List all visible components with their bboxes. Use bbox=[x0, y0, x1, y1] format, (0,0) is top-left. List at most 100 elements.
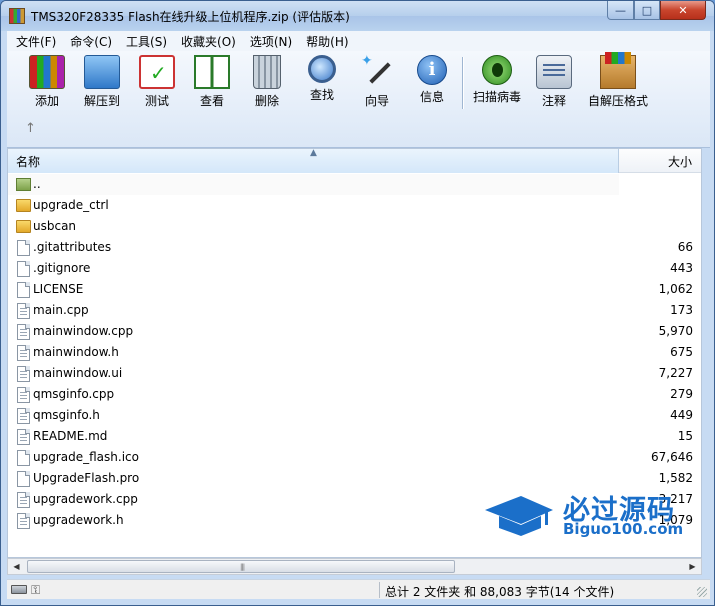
magic-wand-icon bbox=[359, 53, 395, 89]
file-size: 173 bbox=[670, 303, 693, 317]
list-item[interactable]: qmsginfo.cpp 279 bbox=[8, 384, 701, 405]
add-button[interactable]: 添加 bbox=[19, 55, 75, 111]
list-item[interactable]: .gitignore 443 bbox=[8, 258, 701, 279]
file-icon bbox=[17, 240, 30, 256]
file-size: 279 bbox=[670, 387, 693, 401]
winrar-app-icon bbox=[9, 8, 25, 24]
scrollbar-thumb[interactable]: ||| bbox=[27, 560, 455, 573]
view-button[interactable]: 查看 bbox=[184, 55, 240, 111]
test-clipboard-icon bbox=[139, 55, 175, 89]
title-bar[interactable]: TMS320F28335 Flash在线升级上位机程序.zip (评估版本) —… bbox=[1, 1, 714, 31]
file-size: 675 bbox=[670, 345, 693, 359]
file-name: qmsginfo.h bbox=[33, 408, 100, 422]
file-name: .gitignore bbox=[33, 261, 91, 275]
list-item[interactable]: main.cpp 173 bbox=[8, 300, 701, 321]
folder-icon bbox=[16, 220, 31, 233]
drive-icon[interactable] bbox=[11, 585, 27, 594]
extract-to-button[interactable]: 解压到 bbox=[74, 55, 130, 111]
key-icon[interactable]: ⚿ bbox=[31, 583, 40, 598]
list-item[interactable]: upgrade_flash.ico 67,646 bbox=[8, 447, 701, 468]
list-item[interactable]: .gitattributes 66 bbox=[8, 237, 701, 258]
file-icon bbox=[17, 282, 30, 298]
menu-file[interactable]: 文件(F) bbox=[9, 33, 63, 50]
file-icon bbox=[17, 513, 30, 529]
file-size: 15 bbox=[677, 429, 693, 443]
status-icons: ⚿ bbox=[11, 583, 51, 597]
view-label: 查看 bbox=[199, 94, 224, 108]
file-name: README.md bbox=[33, 429, 108, 443]
menu-tools[interactable]: 工具(S) bbox=[119, 33, 174, 50]
list-item[interactable]: usbcan bbox=[8, 216, 701, 237]
resize-grip[interactable] bbox=[697, 587, 707, 597]
test-button[interactable]: 测试 bbox=[129, 55, 185, 111]
list-item[interactable]: README.md 15 bbox=[8, 426, 701, 447]
file-icon bbox=[17, 324, 30, 340]
find-label: 查找 bbox=[309, 88, 334, 102]
info-icon: i bbox=[417, 55, 447, 85]
delete-label: 删除 bbox=[254, 94, 279, 108]
list-item[interactable]: mainwindow.ui 7,227 bbox=[8, 363, 701, 384]
test-label: 测试 bbox=[144, 94, 169, 108]
file-size: 66 bbox=[677, 240, 693, 254]
trash-icon bbox=[253, 55, 281, 89]
file-size: 1,062 bbox=[658, 282, 693, 296]
horizontal-scrollbar[interactable]: ◀ ||| ▶ bbox=[7, 558, 702, 575]
comment-button[interactable]: 注释 bbox=[526, 55, 582, 111]
file-size: 5,970 bbox=[658, 324, 693, 338]
scroll-right-arrow-icon[interactable]: ▶ bbox=[684, 559, 701, 574]
sfx-box-icon bbox=[600, 52, 636, 89]
extract-folder-icon bbox=[84, 55, 120, 89]
file-name: .. bbox=[33, 177, 41, 191]
list-item[interactable]: upgrade_ctrl bbox=[8, 195, 701, 216]
file-size: 7,227 bbox=[658, 366, 693, 380]
file-name: upgrade_ctrl bbox=[33, 198, 109, 212]
scan-virus-button[interactable]: 扫描病毒 bbox=[469, 55, 525, 111]
winrar-window: TMS320F28335 Flash在线升级上位机程序.zip (评估版本) —… bbox=[0, 0, 715, 606]
file-name: UpgradeFlash.pro bbox=[33, 471, 140, 485]
file-size: 443 bbox=[670, 261, 693, 275]
list-item[interactable]: UpgradeFlash.pro 1,582 bbox=[8, 468, 701, 489]
watermark-en-text: Biguo100.com bbox=[563, 520, 684, 538]
sfx-button[interactable]: 自解压格式 bbox=[588, 52, 648, 111]
up-folder-arrow-icon[interactable]: ↑ bbox=[25, 121, 36, 136]
menu-bar: 文件(F) 命令(C) 工具(S) 收藏夹(O) 选项(N) 帮助(H) bbox=[7, 31, 710, 51]
file-name: mainwindow.ui bbox=[33, 366, 123, 380]
file-icon bbox=[17, 261, 30, 277]
watermark-logo: 必过源码 Biguo100.com bbox=[483, 488, 693, 548]
minimize-button[interactable]: — bbox=[607, 1, 634, 20]
maximize-button[interactable]: □ bbox=[634, 1, 660, 20]
scroll-left-arrow-icon[interactable]: ◀ bbox=[8, 559, 25, 574]
window-title: TMS320F28335 Flash在线升级上位机程序.zip (评估版本) bbox=[31, 10, 350, 24]
file-name: upgrade_flash.ico bbox=[33, 450, 139, 464]
info-button[interactable]: i 信息 bbox=[404, 55, 460, 111]
status-summary: 总计 2 文件夹 和 88,083 字节(14 个文件) bbox=[385, 585, 615, 599]
list-item[interactable]: qmsginfo.h 449 bbox=[8, 405, 701, 426]
info-label: 信息 bbox=[419, 90, 444, 104]
toolbar-separator bbox=[462, 57, 464, 109]
file-rows: .. upgrade_ctrl usbcan .gitattributes 66 .git… bbox=[8, 174, 701, 531]
menu-favorites[interactable]: 收藏夹(O) bbox=[174, 33, 243, 50]
list-item[interactable]: mainwindow.cpp 5,970 bbox=[8, 321, 701, 342]
file-size: 1,582 bbox=[658, 471, 693, 485]
column-header-size[interactable]: 大小 bbox=[620, 149, 701, 173]
file-icon bbox=[17, 429, 30, 445]
file-size: 449 bbox=[670, 408, 693, 422]
list-item[interactable]: mainwindow.h 675 bbox=[8, 342, 701, 363]
close-button[interactable]: ✕ bbox=[660, 1, 706, 20]
menu-options[interactable]: 选项(N) bbox=[243, 33, 299, 50]
file-name: qmsginfo.cpp bbox=[33, 387, 115, 401]
file-icon bbox=[17, 471, 30, 487]
find-button[interactable]: 查找 bbox=[294, 55, 350, 111]
delete-button[interactable]: 删除 bbox=[239, 55, 295, 111]
menu-commands[interactable]: 命令(C) bbox=[63, 33, 119, 50]
file-icon bbox=[17, 408, 30, 424]
folder-icon bbox=[16, 199, 31, 212]
status-divider bbox=[379, 582, 380, 598]
wizard-button[interactable]: 向导 bbox=[349, 53, 405, 111]
column-header-name[interactable]: 名称 ▲ bbox=[8, 149, 619, 173]
menu-help[interactable]: 帮助(H) bbox=[299, 33, 355, 50]
list-item[interactable]: LICENSE 1,062 bbox=[8, 279, 701, 300]
list-item[interactable]: .. bbox=[8, 174, 701, 195]
sort-ascending-icon: ▲ bbox=[310, 148, 317, 158]
file-name: main.cpp bbox=[33, 303, 89, 317]
